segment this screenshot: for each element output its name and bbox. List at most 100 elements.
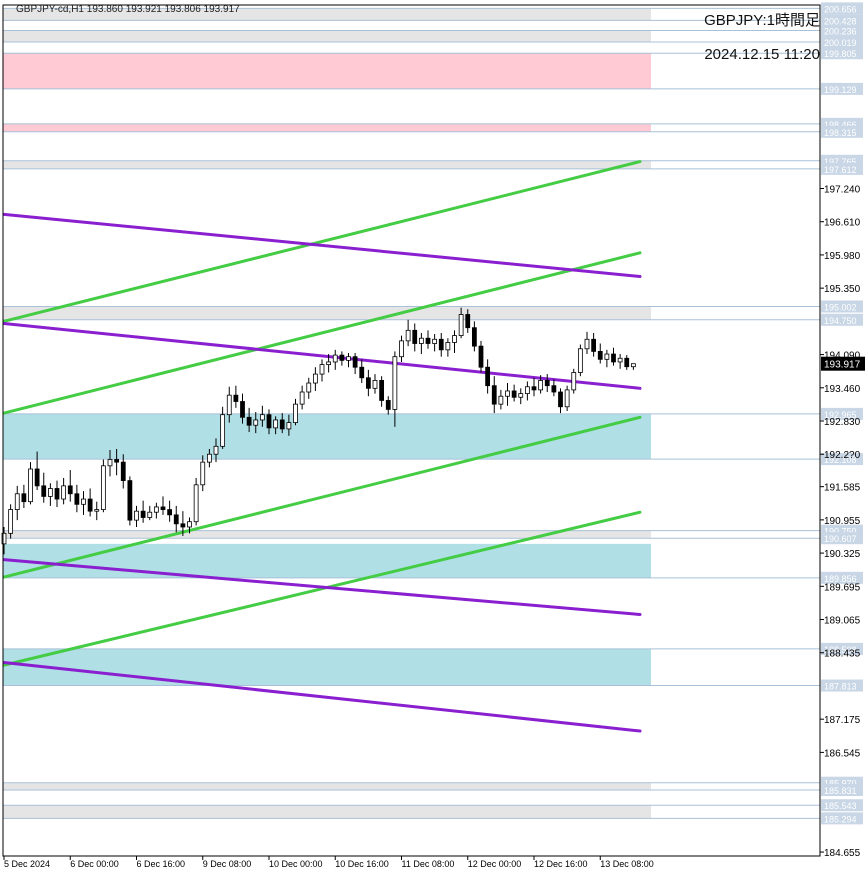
candle[interactable]: [352, 356, 358, 368]
candle[interactable]: [34, 468, 40, 487]
candle[interactable]: [206, 453, 212, 463]
candle[interactable]: [180, 523, 186, 528]
candle[interactable]: [624, 357, 630, 368]
candle[interactable]: [630, 363, 636, 368]
candle[interactable]: [8, 509, 14, 534]
candle[interactable]: [564, 389, 570, 408]
candle[interactable]: [147, 511, 153, 518]
candle[interactable]: [279, 419, 285, 430]
zone-gray[interactable]: [3, 160, 651, 169]
candle[interactable]: [240, 401, 245, 418]
candle[interactable]: [604, 353, 610, 360]
zone-cyan[interactable]: [3, 648, 651, 686]
candle[interactable]: [114, 459, 120, 463]
candle[interactable]: [47, 488, 53, 497]
candle[interactable]: [127, 480, 133, 521]
candle[interactable]: [61, 485, 67, 500]
candle[interactable]: [465, 314, 471, 329]
candle[interactable]: [471, 327, 477, 347]
candle[interactable]: [392, 356, 398, 410]
zone-cyan[interactable]: [3, 543, 651, 578]
candle[interactable]: [299, 391, 305, 405]
candle[interactable]: [160, 506, 166, 510]
candle[interactable]: [399, 340, 404, 358]
candle[interactable]: [558, 391, 563, 408]
zone-gray[interactable]: [3, 30, 651, 42]
candle[interactable]: [365, 377, 371, 389]
candle[interactable]: [28, 468, 33, 503]
candle[interactable]: [226, 394, 232, 416]
candle[interactable]: [67, 485, 73, 495]
trendline-green[interactable]: [2, 160, 642, 323]
candle[interactable]: [140, 510, 146, 518]
chart-svg[interactable]: 200.656200.428200.236200.019199.805199.1…: [0, 0, 866, 876]
candle[interactable]: [511, 390, 517, 398]
candle[interactable]: [153, 506, 159, 513]
candle[interactable]: [551, 385, 557, 393]
candle[interactable]: [213, 445, 219, 455]
candle[interactable]: [591, 338, 597, 352]
candle[interactable]: [246, 416, 252, 426]
candle[interactable]: [220, 414, 226, 447]
candle[interactable]: [498, 395, 504, 405]
candle[interactable]: [339, 354, 345, 361]
candle[interactable]: [491, 385, 497, 405]
candle[interactable]: [577, 348, 583, 373]
zone-gray[interactable]: [3, 782, 651, 791]
zone-pink[interactable]: [3, 53, 651, 89]
candle[interactable]: [425, 337, 431, 344]
candle[interactable]: [405, 329, 411, 342]
candle[interactable]: [359, 366, 365, 379]
candle[interactable]: [266, 414, 272, 429]
candle[interactable]: [445, 342, 451, 351]
candle[interactable]: [167, 509, 173, 516]
zone-gray[interactable]: [3, 805, 651, 819]
candle[interactable]: [21, 493, 27, 503]
candle[interactable]: [312, 373, 318, 384]
candle[interactable]: [134, 510, 139, 521]
candle[interactable]: [379, 380, 385, 401]
candle[interactable]: [306, 382, 312, 393]
candle[interactable]: [611, 353, 616, 363]
candle[interactable]: [538, 380, 544, 391]
chart-area[interactable]: 200.656 200.428 200.236 200.019 199.805 199.1…: [0, 0, 866, 876]
candle[interactable]: [81, 498, 86, 505]
candle[interactable]: [273, 419, 279, 429]
candle[interactable]: [286, 422, 292, 430]
candle[interactable]: [597, 351, 603, 360]
zone-pink[interactable]: [3, 123, 651, 132]
candle[interactable]: [187, 521, 192, 528]
candle[interactable]: [14, 493, 20, 510]
candle[interactable]: [319, 364, 325, 375]
candle[interactable]: [372, 380, 378, 389]
candle[interactable]: [332, 354, 338, 363]
candle[interactable]: [41, 485, 47, 497]
candle[interactable]: [518, 393, 524, 398]
candle[interactable]: [253, 419, 259, 426]
candle[interactable]: [259, 414, 265, 421]
candle[interactable]: [485, 366, 491, 387]
candle[interactable]: [173, 514, 179, 525]
candle[interactable]: [412, 329, 418, 344]
trendline-purple[interactable]: [2, 212, 642, 279]
candle[interactable]: [233, 394, 239, 402]
candle[interactable]: [107, 459, 113, 467]
candle[interactable]: [544, 380, 550, 387]
candle[interactable]: [100, 465, 106, 510]
candle[interactable]: [87, 498, 93, 512]
zone-cyan[interactable]: [3, 413, 651, 460]
candle[interactable]: [438, 338, 444, 351]
candle[interactable]: [478, 345, 484, 368]
candle[interactable]: [94, 509, 100, 512]
candle[interactable]: [524, 386, 530, 394]
candle[interactable]: [74, 493, 80, 505]
candle[interactable]: [458, 314, 464, 336]
candle[interactable]: [293, 403, 298, 423]
candle[interactable]: [452, 335, 457, 343]
candle[interactable]: [193, 484, 199, 523]
candle[interactable]: [571, 372, 577, 391]
candle[interactable]: [432, 338, 438, 344]
zone-gray[interactable]: [3, 306, 651, 320]
candle[interactable]: [326, 361, 332, 365]
candle[interactable]: [200, 461, 206, 486]
